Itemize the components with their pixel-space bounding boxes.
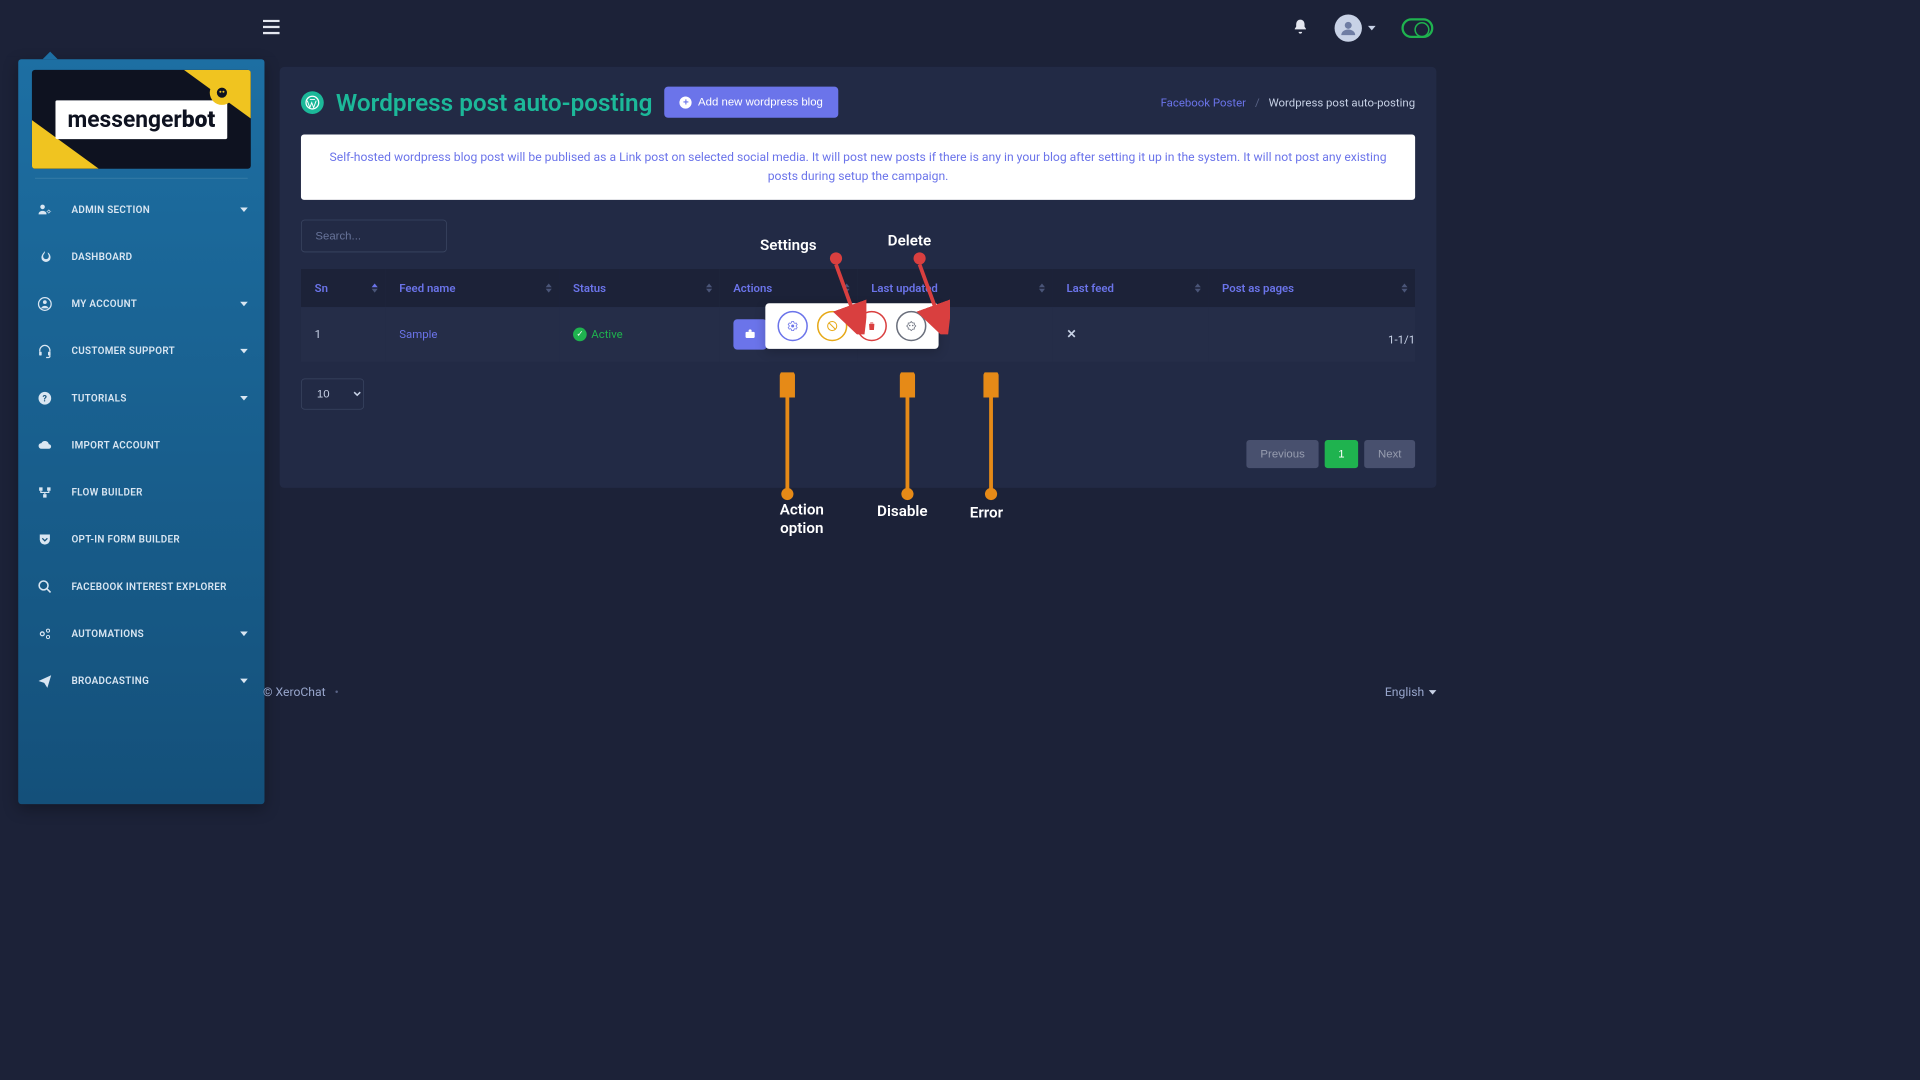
col-last-updated[interactable]: Last updated [858,269,1053,307]
arrow-disable [900,372,915,501]
send-icon [35,671,55,691]
wordpress-icon [301,91,324,114]
sidebar-item-label: TUTORIALS [71,393,240,404]
sidebar-item-label: BROADCASTING [71,675,240,686]
sidebar-item-label: CUSTOMER SUPPORT [71,345,240,356]
add-button-label: Add new wordpress blog [698,96,823,109]
chevron-down-icon [240,679,248,684]
sidebar-item-label: FLOW BUILDER [71,487,247,498]
col-last-feed[interactable]: Last feed [1053,269,1209,307]
cell-sn: 1 [301,307,386,362]
chevron-down-icon [240,396,248,401]
svg-text:?: ? [43,394,48,404]
cogs-icon [35,624,55,644]
cell-post-pages [1208,307,1415,362]
theme-toggle[interactable] [1401,18,1433,38]
arrow-action-option [780,372,795,501]
sidebar-item-label: DASHBOARD [71,251,247,262]
add-wordpress-blog-button[interactable]: + Add new wordpress blog [665,87,838,118]
headset-icon [35,341,55,361]
chevron-down-icon [240,632,248,637]
x-icon: ✕ [1066,327,1076,341]
info-banner: Self-hosted wordpress blog post will be … [301,135,1415,200]
arrow-delete [912,251,950,335]
pocket-icon [35,530,55,550]
chevron-down-icon [240,302,248,307]
flow-icon [35,483,55,503]
notifications-bell-icon[interactable] [1292,17,1309,38]
question-icon: ? [35,388,55,408]
sidebar-item-label: ADMIN SECTION [71,204,240,215]
status-badge: ✓Active [573,327,706,341]
sidebar-item-automations[interactable]: AUTOMATIONS [18,610,264,657]
page-title: Wordpress post auto-posting [336,88,653,117]
page-1-button[interactable]: 1 [1325,440,1359,468]
chevron-down-icon [1368,26,1376,31]
sidebar-item-flow-builder[interactable]: FLOW BUILDER [18,469,264,516]
hamburger-menu-icon[interactable] [263,20,280,38]
plus-icon: + [680,96,692,108]
user-menu[interactable] [1335,14,1376,41]
col-feed-name[interactable]: Feed name [386,269,560,307]
topbar [0,0,1459,56]
avatar-icon [1335,14,1362,41]
pagination: Previous 1 Next [301,440,1415,468]
breadcrumb-parent[interactable]: Facebook Poster [1161,95,1246,109]
col-sn[interactable]: Sn [301,269,386,307]
sidebar-item-label: MY ACCOUNT [71,298,240,309]
anno-delete: Delete [888,231,931,249]
users-cog-icon [35,200,55,220]
logo-text-bold: bot [182,106,215,133]
language-selector[interactable]: English [1385,685,1437,699]
prev-button[interactable]: Previous [1247,440,1319,468]
check-icon: ✓ [573,327,587,341]
logo-text: messenger [67,106,181,133]
sidebar-item-admin-section[interactable]: ADMIN SECTION [18,186,264,233]
pagination-info: 1-1/1 [1388,333,1415,347]
cell-last-feed: ✕ [1053,307,1209,362]
breadcrumb: Facebook Poster / Wordpress post auto-po… [1161,95,1416,109]
sidebar-item-label: IMPORT ACCOUNT [71,440,247,451]
feed-name-link[interactable]: Sample [399,327,437,341]
sidebar-item-label: AUTOMATIONS [71,628,240,639]
actions-toggle-button[interactable] [733,319,766,349]
anno-action-option: Action option [760,500,844,536]
cloud-icon [35,435,55,455]
chevron-down-icon [240,349,248,354]
page-size-select[interactable]: 10 [301,378,364,409]
arrow-settings [828,251,866,335]
search-input[interactable] [301,219,447,252]
chevron-down-icon [240,207,248,212]
breadcrumb-current: Wordpress post auto-posting [1269,95,1416,109]
next-button[interactable]: Next [1364,440,1415,468]
logo: messengerbot [32,70,251,169]
sidebar-item-facebook-interest-explorer[interactable]: FACEBOOK INTEREST EXPLORER [18,563,264,610]
sidebar-item-broadcasting[interactable]: BROADCASTING [18,657,264,704]
search-icon [35,577,55,597]
flame-icon [35,247,55,267]
sidebar-item-tutorials[interactable]: ? TUTORIALS [18,375,264,422]
sidebar-item-opt-in-form-builder[interactable]: OPT-IN FORM BUILDER [18,516,264,563]
sidebar-item-dashboard[interactable]: DASHBOARD [18,233,264,280]
sidebar-item-customer-support[interactable]: CUSTOMER SUPPORT [18,328,264,375]
copyright: © XeroChat [263,685,326,699]
sidebar-item-label: FACEBOOK INTEREST EXPLORER [71,581,247,592]
anno-error: Error [970,503,1003,521]
col-status[interactable]: Status [559,269,719,307]
sidebar-item-import-account[interactable]: IMPORT ACCOUNT [18,422,264,469]
sidebar: messengerbot ADMIN SECTION DASHBOARD MY AC… [18,59,264,804]
arrow-error [983,372,998,501]
user-circle-icon [35,294,55,314]
footer: © XeroChat • English [263,685,1436,699]
col-post-as-pages[interactable]: Post as pages [1208,269,1415,307]
anno-settings: Settings [760,236,817,254]
anno-disable: Disable [877,502,928,520]
sidebar-item-label: OPT-IN FORM BUILDER [71,534,247,545]
settings-button[interactable] [777,311,807,341]
chevron-down-icon [1429,690,1437,695]
sidebar-item-my-account[interactable]: MY ACCOUNT [18,280,264,327]
